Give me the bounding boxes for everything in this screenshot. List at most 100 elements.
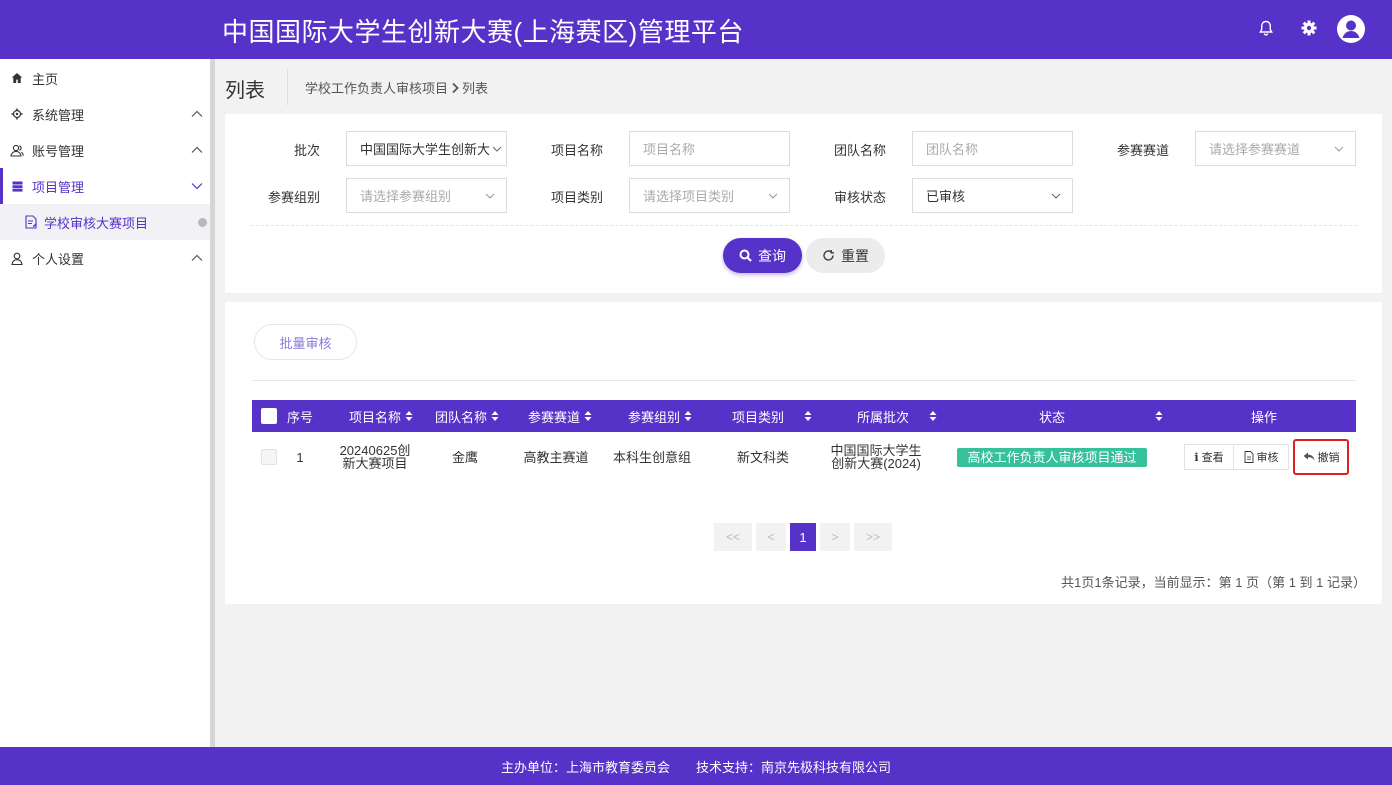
view-button[interactable]: i 查看	[1184, 444, 1234, 470]
chevron-up-icon	[190, 251, 204, 265]
chevron-down-icon	[1050, 190, 1062, 202]
column-header[interactable]: 参赛组别	[615, 400, 705, 432]
cell-track: 高教主赛道	[523, 449, 589, 465]
pagination-summary: 共1页1条记录，当前显示：第 1 页（第 1 到 1 记录）	[1061, 575, 1366, 590]
divider	[251, 225, 1357, 226]
review-status-select[interactable]: 已审核	[912, 178, 1073, 213]
active-indicator	[0, 168, 3, 204]
home-icon	[10, 71, 24, 85]
footer-organizer: 主办单位：上海市教育委员会	[500, 759, 670, 775]
breadcrumb-item[interactable]: 学校工作负责人审核项目	[305, 78, 448, 97]
divider	[287, 69, 288, 105]
refresh-icon	[823, 250, 834, 261]
category-placeholder: 请选择项目类别	[643, 189, 735, 204]
sidebar-item-label: 学校审核大赛项目	[44, 215, 149, 231]
sidebar-item-label: 主页	[32, 71, 59, 87]
app-title: 中国国际大学生创新大赛(上海赛区)管理平台	[222, 17, 744, 47]
column-header: 操作	[1250, 409, 1277, 425]
column-header[interactable]: 参赛赛道	[520, 400, 600, 432]
sidebar-subitem-school-review[interactable]: 学校审核大赛项目	[0, 204, 210, 240]
top-header: 中国国际大学生创新大赛(上海赛区)管理平台	[0, 0, 1392, 59]
track-select[interactable]: 请选择参赛赛道	[1195, 131, 1356, 166]
footer-support: 技术支持：南京先极科技有限公司	[696, 759, 892, 775]
sidebar-item-system[interactable]: 系统管理	[0, 96, 210, 132]
select-all-checkbox[interactable]	[261, 408, 277, 424]
search-icon	[739, 249, 752, 262]
reset-button[interactable]: 重置	[806, 238, 885, 273]
sidebar-item-personal[interactable]: 个人设置	[0, 240, 210, 276]
review-button[interactable]: 审核	[1233, 444, 1289, 470]
sidebar-item-accounts[interactable]: 账号管理	[0, 132, 210, 168]
category-label: 项目类别	[550, 190, 603, 205]
track-label: 参赛赛道	[1116, 143, 1169, 158]
next-page-button[interactable]: >	[820, 523, 850, 551]
sidebar-item-projects[interactable]: 项目管理	[0, 168, 210, 204]
column-header[interactable]: 项目名称	[342, 400, 420, 432]
cell-team-name: 金鹰	[451, 449, 478, 465]
batch-select[interactable]: 中国国际大学生创新大	[346, 131, 507, 166]
prev-page-button[interactable]: <	[756, 523, 786, 551]
sidebar: 主页 系统管理 账号管理 项目管理 学校审核大赛项目 个人设置	[0, 59, 210, 747]
chevron-up-icon	[190, 107, 204, 121]
batch-review-button[interactable]: 批量审核	[254, 324, 357, 360]
users-icon	[10, 143, 24, 157]
cell-group: 本科生创意组	[612, 449, 691, 465]
page-button-current[interactable]: 1	[790, 523, 816, 551]
info-icon: i	[1194, 450, 1199, 464]
cell-index: 1	[296, 449, 304, 465]
chevron-right-icon	[452, 82, 459, 93]
main-content: 列表 学校工作负责人审核项目 列表 批次 中国国际大学生创新大 项目名称 项目名…	[215, 59, 1392, 747]
review-status-label: 审核状态	[833, 190, 886, 205]
sidebar-item-home[interactable]: 主页	[0, 60, 210, 96]
chevron-down-icon	[190, 179, 204, 193]
column-header[interactable]: 所属批次	[842, 400, 952, 432]
column-header: 序号	[286, 409, 313, 425]
sort-icon	[491, 411, 499, 421]
filter-panel: 批次 中国国际大学生创新大 项目名称 项目名称 团队名称 团队名称 参赛赛道 请…	[225, 114, 1382, 293]
review-status-value: 已审核	[926, 189, 966, 204]
footer: 主办单位：上海市教育委员会 技术支持：南京先极科技有限公司	[0, 747, 1392, 785]
sidebar-item-label: 账号管理	[32, 143, 85, 159]
batch-label: 批次	[293, 143, 320, 158]
settings-gear-icon[interactable]	[1297, 16, 1321, 40]
last-page-button[interactable]: >>	[854, 523, 892, 551]
sort-icon	[804, 411, 812, 421]
cell-status: 高校工作负责人审核项目通过	[942, 432, 1162, 482]
document-icon	[1244, 451, 1253, 463]
project-name-label: 项目名称	[550, 143, 603, 158]
page-title: 列表	[225, 80, 265, 102]
project-name-input[interactable]: 项目名称	[629, 131, 790, 166]
notification-bell-icon[interactable]	[1254, 16, 1278, 40]
column-header[interactable]: 状态	[1037, 400, 1067, 432]
query-button[interactable]: 查询	[723, 238, 802, 273]
project-name-placeholder: 项目名称	[643, 142, 696, 157]
cell-project-name: 20240625创新大赛项目	[339, 443, 411, 471]
cog-icon	[10, 107, 24, 121]
sort-icon	[929, 411, 937, 421]
sort-icon[interactable]	[1154, 400, 1164, 432]
category-select[interactable]: 请选择项目类别	[629, 178, 790, 213]
revoke-highlight-box	[1293, 439, 1349, 475]
column-header[interactable]: 项目类别	[722, 400, 822, 432]
row-checkbox[interactable]	[261, 449, 277, 465]
chevron-down-icon	[491, 143, 503, 155]
reset-label: 重置	[841, 247, 869, 264]
chevron-down-icon	[1333, 143, 1345, 155]
sidebar-item-label: 项目管理	[32, 179, 85, 195]
server-icon	[10, 179, 24, 193]
user-avatar-icon[interactable]	[1336, 14, 1366, 44]
group-select[interactable]: 请选择参赛组别	[346, 178, 507, 213]
group-label: 参赛组别	[267, 190, 320, 205]
team-name-input[interactable]: 团队名称	[912, 131, 1073, 166]
team-name-label: 团队名称	[833, 143, 886, 158]
batch-select-value: 中国国际大学生创新大	[360, 142, 491, 157]
column-header[interactable]: 团队名称	[435, 400, 499, 432]
first-page-button[interactable]: <<	[714, 523, 752, 551]
sidebar-item-label: 系统管理	[32, 107, 85, 123]
cell-batch: 中国国际大学生创新大赛(2024)	[830, 443, 922, 471]
chevron-up-icon	[190, 143, 204, 157]
divider	[252, 380, 1356, 381]
breadcrumb-current: 列表	[462, 81, 489, 96]
page-header: 列表 学校工作负责人审核项目 列表	[215, 59, 1392, 111]
pagination: << < 1 > >>	[714, 523, 896, 551]
